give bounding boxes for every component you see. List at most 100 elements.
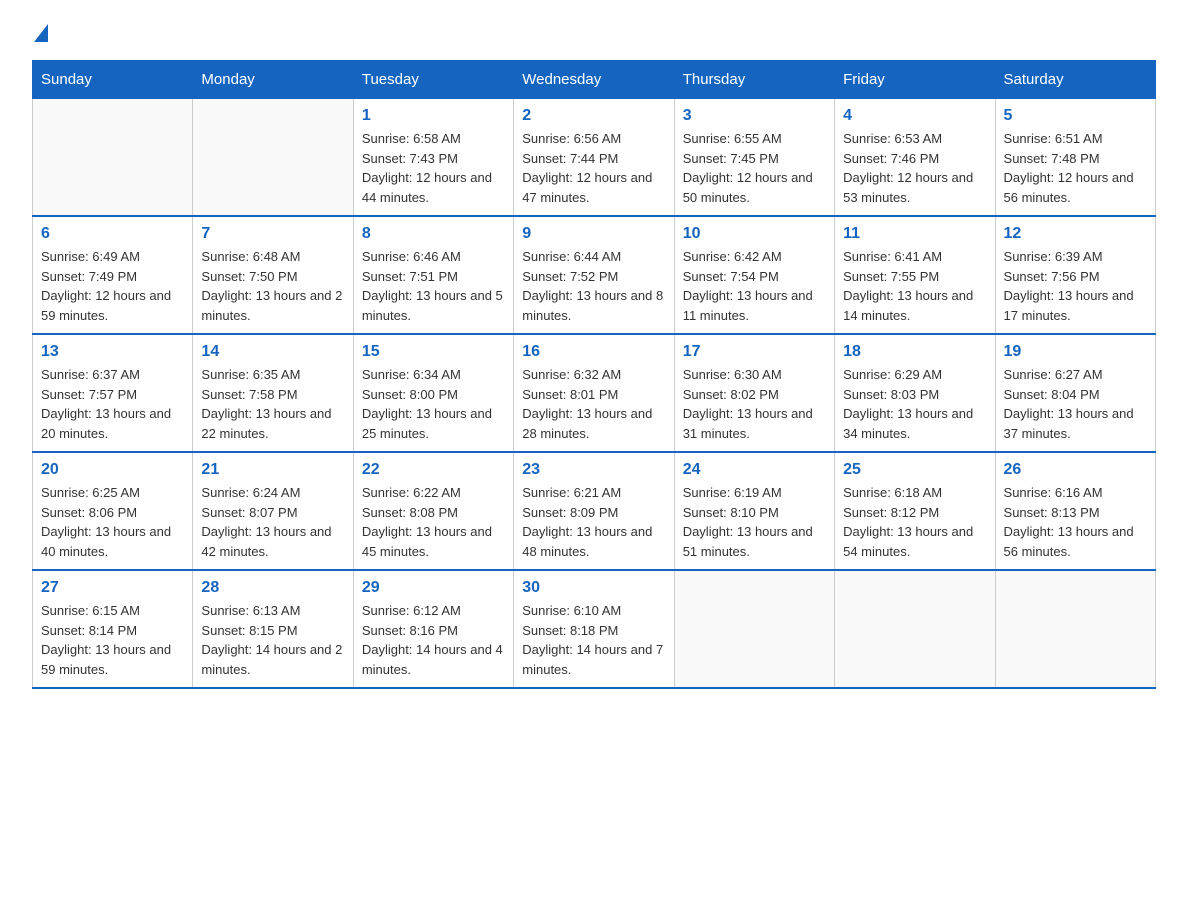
calendar-cell: 29 Sunrise: 6:12 AM Sunset: 8:16 PM Dayli… [353, 570, 513, 688]
calendar-cell: 10 Sunrise: 6:42 AM Sunset: 7:54 PM Dayli… [674, 216, 834, 334]
day-number: 8 [362, 225, 505, 243]
day-info: Sunrise: 6:19 AM Sunset: 8:10 PM Dayligh… [683, 483, 826, 561]
calendar-week-5: 27 Sunrise: 6:15 AM Sunset: 8:14 PM Dayli… [33, 570, 1156, 688]
calendar-week-4: 20 Sunrise: 6:25 AM Sunset: 8:06 PM Dayli… [33, 452, 1156, 570]
day-info: Sunrise: 6:15 AM Sunset: 8:14 PM Dayligh… [41, 601, 184, 679]
day-info: Sunrise: 6:29 AM Sunset: 8:03 PM Dayligh… [843, 365, 986, 443]
day-number: 22 [362, 461, 505, 479]
calendar-cell: 28 Sunrise: 6:13 AM Sunset: 8:15 PM Dayli… [193, 570, 353, 688]
day-info: Sunrise: 6:51 AM Sunset: 7:48 PM Dayligh… [1004, 129, 1147, 207]
day-number: 25 [843, 461, 986, 479]
day-number: 10 [683, 225, 826, 243]
calendar-cell: 19 Sunrise: 6:27 AM Sunset: 8:04 PM Dayli… [995, 334, 1155, 452]
day-info: Sunrise: 6:27 AM Sunset: 8:04 PM Dayligh… [1004, 365, 1147, 443]
day-number: 12 [1004, 225, 1147, 243]
day-number: 2 [522, 107, 665, 125]
day-number: 7 [201, 225, 344, 243]
day-number: 26 [1004, 461, 1147, 479]
day-header-saturday: Saturday [995, 61, 1155, 99]
day-info: Sunrise: 6:37 AM Sunset: 7:57 PM Dayligh… [41, 365, 184, 443]
day-number: 30 [522, 579, 665, 597]
day-number: 5 [1004, 107, 1147, 125]
calendar-cell: 20 Sunrise: 6:25 AM Sunset: 8:06 PM Dayli… [33, 452, 193, 570]
day-number: 27 [41, 579, 184, 597]
calendar-cell [193, 99, 353, 217]
day-info: Sunrise: 6:46 AM Sunset: 7:51 PM Dayligh… [362, 247, 505, 325]
day-number: 17 [683, 343, 826, 361]
day-number: 24 [683, 461, 826, 479]
calendar-cell: 15 Sunrise: 6:34 AM Sunset: 8:00 PM Dayli… [353, 334, 513, 452]
calendar-cell [995, 570, 1155, 688]
logo [32, 24, 48, 40]
day-header-sunday: Sunday [33, 61, 193, 99]
calendar-cell: 25 Sunrise: 6:18 AM Sunset: 8:12 PM Dayli… [835, 452, 995, 570]
day-info: Sunrise: 6:25 AM Sunset: 8:06 PM Dayligh… [41, 483, 184, 561]
day-number: 9 [522, 225, 665, 243]
page-header [32, 24, 1156, 40]
calendar-cell: 16 Sunrise: 6:32 AM Sunset: 8:01 PM Dayli… [514, 334, 674, 452]
day-number: 29 [362, 579, 505, 597]
day-info: Sunrise: 6:35 AM Sunset: 7:58 PM Dayligh… [201, 365, 344, 443]
calendar-week-3: 13 Sunrise: 6:37 AM Sunset: 7:57 PM Dayli… [33, 334, 1156, 452]
day-info: Sunrise: 6:55 AM Sunset: 7:45 PM Dayligh… [683, 129, 826, 207]
calendar-cell [835, 570, 995, 688]
day-number: 4 [843, 107, 986, 125]
day-info: Sunrise: 6:48 AM Sunset: 7:50 PM Dayligh… [201, 247, 344, 325]
day-info: Sunrise: 6:58 AM Sunset: 7:43 PM Dayligh… [362, 129, 505, 207]
day-header-wednesday: Wednesday [514, 61, 674, 99]
day-info: Sunrise: 6:49 AM Sunset: 7:49 PM Dayligh… [41, 247, 184, 325]
day-number: 20 [41, 461, 184, 479]
day-info: Sunrise: 6:16 AM Sunset: 8:13 PM Dayligh… [1004, 483, 1147, 561]
day-number: 23 [522, 461, 665, 479]
day-info: Sunrise: 6:42 AM Sunset: 7:54 PM Dayligh… [683, 247, 826, 325]
day-number: 14 [201, 343, 344, 361]
calendar-cell: 3 Sunrise: 6:55 AM Sunset: 7:45 PM Daylig… [674, 99, 834, 217]
day-number: 1 [362, 107, 505, 125]
day-info: Sunrise: 6:44 AM Sunset: 7:52 PM Dayligh… [522, 247, 665, 325]
day-header-tuesday: Tuesday [353, 61, 513, 99]
calendar-cell: 2Sunrise: 6:56 AM Sunset: 7:44 PM Daylig… [514, 99, 674, 217]
calendar-cell: 6Sunrise: 6:49 AM Sunset: 7:49 PM Daylig… [33, 216, 193, 334]
calendar-week-1: 1 Sunrise: 6:58 AM Sunset: 7:43 PM Daylig… [33, 99, 1156, 217]
day-number: 15 [362, 343, 505, 361]
day-number: 11 [843, 225, 986, 243]
calendar-cell: 30 Sunrise: 6:10 AM Sunset: 8:18 PM Dayli… [514, 570, 674, 688]
day-info: Sunrise: 6:24 AM Sunset: 8:07 PM Dayligh… [201, 483, 344, 561]
day-number: 3 [683, 107, 826, 125]
calendar-cell: 8 Sunrise: 6:46 AM Sunset: 7:51 PM Daylig… [353, 216, 513, 334]
calendar-cell [674, 570, 834, 688]
calendar-header: SundayMondayTuesdayWednesdayThursdayFrid… [33, 61, 1156, 99]
day-info: Sunrise: 6:41 AM Sunset: 7:55 PM Dayligh… [843, 247, 986, 325]
day-header-thursday: Thursday [674, 61, 834, 99]
calendar-cell [33, 99, 193, 217]
calendar-table: SundayMondayTuesdayWednesdayThursdayFrid… [32, 60, 1156, 689]
day-info: Sunrise: 6:39 AM Sunset: 7:56 PM Dayligh… [1004, 247, 1147, 325]
calendar-cell: 1 Sunrise: 6:58 AM Sunset: 7:43 PM Daylig… [353, 99, 513, 217]
day-number: 28 [201, 579, 344, 597]
day-info: Sunrise: 6:34 AM Sunset: 8:00 PM Dayligh… [362, 365, 505, 443]
calendar-cell: 14 Sunrise: 6:35 AM Sunset: 7:58 PM Dayli… [193, 334, 353, 452]
calendar-cell: 24 Sunrise: 6:19 AM Sunset: 8:10 PM Dayli… [674, 452, 834, 570]
calendar-cell: 9 Sunrise: 6:44 AM Sunset: 7:52 PM Daylig… [514, 216, 674, 334]
calendar-cell: 5 Sunrise: 6:51 AM Sunset: 7:48 PM Daylig… [995, 99, 1155, 217]
day-info: Sunrise: 6:13 AM Sunset: 8:15 PM Dayligh… [201, 601, 344, 679]
day-info: Sunrise: 6:10 AM Sunset: 8:18 PM Dayligh… [522, 601, 665, 679]
calendar-cell: 22Sunrise: 6:22 AM Sunset: 8:08 PM Dayli… [353, 452, 513, 570]
day-info: Sunrise: 6:21 AM Sunset: 8:09 PM Dayligh… [522, 483, 665, 561]
day-number: 13 [41, 343, 184, 361]
day-info: Sunrise: 6:12 AM Sunset: 8:16 PM Dayligh… [362, 601, 505, 679]
calendar-cell: 26 Sunrise: 6:16 AM Sunset: 8:13 PM Dayli… [995, 452, 1155, 570]
calendar-cell: 21Sunrise: 6:24 AM Sunset: 8:07 PM Dayli… [193, 452, 353, 570]
calendar-cell: 12 Sunrise: 6:39 AM Sunset: 7:56 PM Dayli… [995, 216, 1155, 334]
day-header-friday: Friday [835, 61, 995, 99]
day-info: Sunrise: 6:18 AM Sunset: 8:12 PM Dayligh… [843, 483, 986, 561]
calendar-cell: 18 Sunrise: 6:29 AM Sunset: 8:03 PM Dayli… [835, 334, 995, 452]
day-number: 18 [843, 343, 986, 361]
calendar-cell: 17 Sunrise: 6:30 AM Sunset: 8:02 PM Dayli… [674, 334, 834, 452]
calendar-cell: 11 Sunrise: 6:41 AM Sunset: 7:55 PM Dayli… [835, 216, 995, 334]
day-info: Sunrise: 6:32 AM Sunset: 8:01 PM Dayligh… [522, 365, 665, 443]
day-info: Sunrise: 6:30 AM Sunset: 8:02 PM Dayligh… [683, 365, 826, 443]
day-number: 16 [522, 343, 665, 361]
calendar-cell: 13 Sunrise: 6:37 AM Sunset: 7:57 PM Dayli… [33, 334, 193, 452]
day-number: 19 [1004, 343, 1147, 361]
